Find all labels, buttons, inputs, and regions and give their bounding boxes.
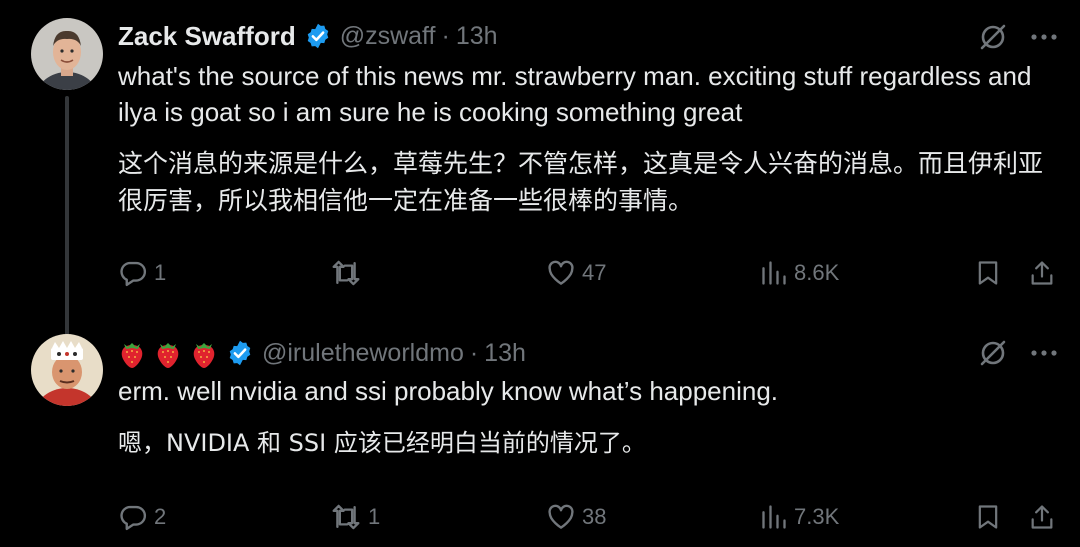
retweet-icon xyxy=(330,502,362,532)
tweet-top-actions xyxy=(978,22,1058,52)
reply-count: 2 xyxy=(154,504,167,529)
tweet-text-zh: 这个消息的来源是什么，草莓先生？不管怎样，这真是令人兴奋的消息。而且伊利亚很厉害… xyxy=(118,149,1044,215)
views-count: 8.6K xyxy=(794,260,840,285)
reply-icon xyxy=(118,502,148,532)
retweet-button[interactable]: 1 xyxy=(330,497,380,537)
grok-icon[interactable] xyxy=(978,338,1008,368)
tweet-text-zh: 嗯，NVIDIA 和 SSI 应该已经明白当前的情况了。 xyxy=(118,429,646,457)
views-button[interactable]: 8.6K xyxy=(760,253,839,293)
bookmark-button[interactable] xyxy=(974,497,1002,537)
retweet-button[interactable] xyxy=(330,253,368,293)
like-count: 38 xyxy=(582,504,607,529)
handle[interactable]: @zswaff xyxy=(340,22,436,51)
action-bar: 2 1 38 7.3K xyxy=(118,497,1060,537)
views-icon xyxy=(760,503,788,531)
display-name[interactable] xyxy=(118,337,218,369)
verified-badge-icon xyxy=(226,339,254,367)
thread-line xyxy=(65,96,69,338)
timestamp[interactable]: 13h xyxy=(456,22,498,51)
reply-count: 1 xyxy=(154,260,167,285)
tweet-header: @iruletheworldmo · 13h xyxy=(118,336,526,370)
tweet-header: Zack Swafford @zswaff · 13h xyxy=(118,19,498,53)
avatar[interactable] xyxy=(31,334,103,406)
separator-dot: · xyxy=(469,338,479,367)
reply-button[interactable]: 2 xyxy=(118,497,166,537)
heart-icon xyxy=(546,258,576,288)
share-button[interactable] xyxy=(1028,253,1056,293)
avatar[interactable] xyxy=(31,18,103,90)
display-name[interactable]: Zack Swafford xyxy=(118,21,296,52)
strawberry-icon xyxy=(190,337,218,369)
strawberry-icon xyxy=(154,337,182,369)
views-button[interactable]: 7.3K xyxy=(760,497,839,537)
views-icon xyxy=(760,259,788,287)
strawberry-icon xyxy=(118,337,146,369)
bookmark-button[interactable] xyxy=(974,253,1002,293)
timestamp[interactable]: 13h xyxy=(484,339,526,368)
separator-dot: · xyxy=(441,21,450,50)
tweet-text-en: erm. well nvidia and ssi probably know w… xyxy=(118,376,779,406)
like-count: 47 xyxy=(582,260,607,285)
more-icon[interactable] xyxy=(1030,349,1058,357)
share-icon xyxy=(1028,258,1056,288)
action-bar: 1 47 8.6K xyxy=(118,253,1060,293)
share-button[interactable] xyxy=(1028,497,1056,537)
more-icon[interactable] xyxy=(1030,33,1058,41)
retweet-icon xyxy=(330,258,362,288)
share-icon xyxy=(1028,502,1056,532)
reply-icon xyxy=(118,258,148,288)
tweet-top-actions xyxy=(978,338,1058,368)
verified-badge-icon xyxy=(304,22,332,50)
tweet-iruletheworldmo[interactable]: @iruletheworldmo · 13h erm. well nvidia … xyxy=(0,322,1080,547)
grok-icon[interactable] xyxy=(978,22,1008,52)
like-button[interactable]: 47 xyxy=(546,253,606,293)
bookmark-icon xyxy=(974,502,1002,532)
bookmark-icon xyxy=(974,258,1002,288)
handle[interactable]: @iruletheworldmo xyxy=(262,339,464,368)
tweet-zswaff[interactable]: Zack Swafford @zswaff · 13h what's the s xyxy=(0,0,1080,338)
heart-icon xyxy=(546,502,576,532)
like-button[interactable]: 38 xyxy=(546,497,606,537)
reply-button[interactable]: 1 xyxy=(118,253,166,293)
tweet-text-en: what's the source of this news mr. straw… xyxy=(118,61,1032,127)
views-count: 7.3K xyxy=(794,504,840,529)
retweet-count: 1 xyxy=(368,504,381,529)
